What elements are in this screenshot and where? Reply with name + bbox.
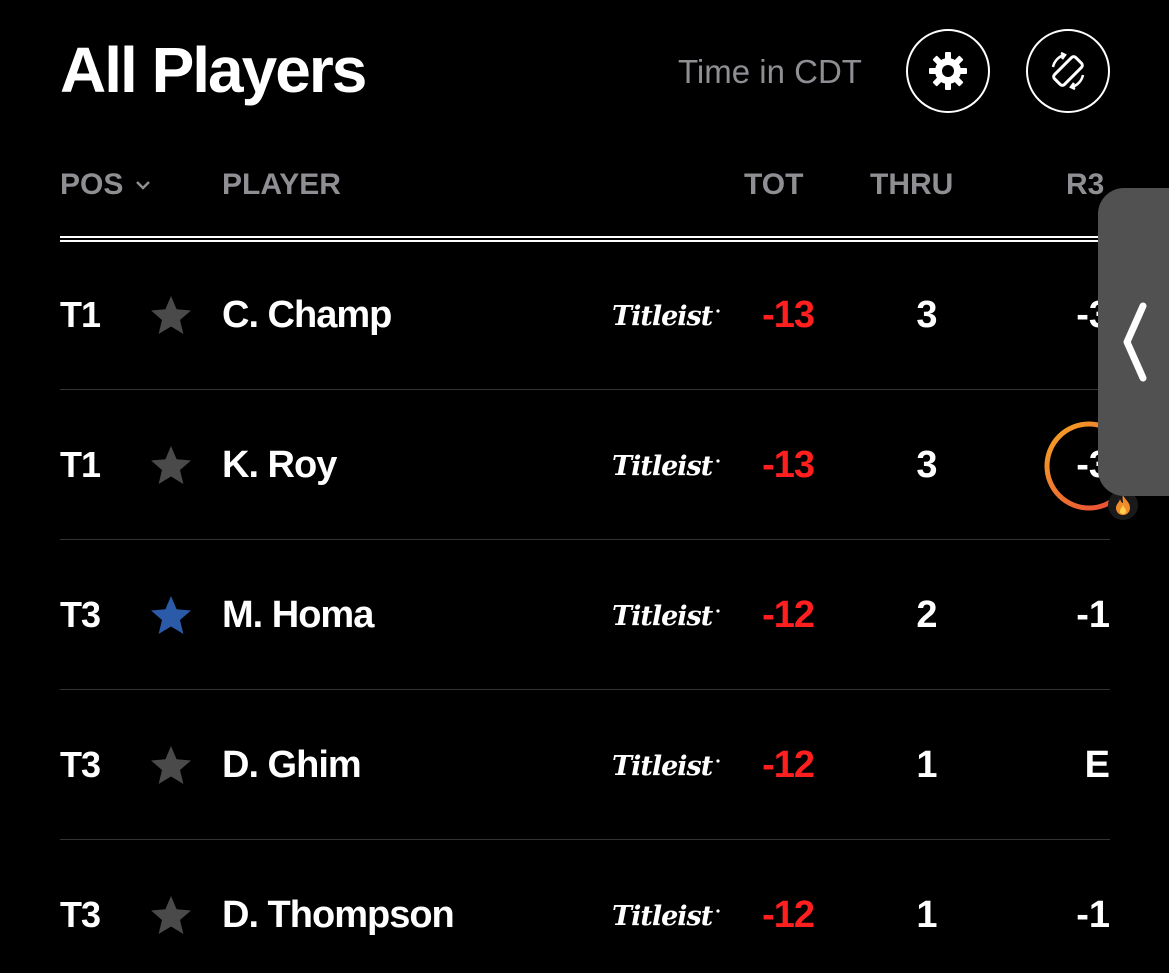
table-row[interactable]: T3 D. Thompson Titleist -12 1 -1 bbox=[0, 840, 1169, 973]
svg-text:Titleist: Titleist bbox=[612, 751, 714, 782]
thru-holes: 2 bbox=[916, 594, 938, 636]
player-name[interactable]: M. Homa bbox=[222, 595, 374, 635]
thru-holes: 3 bbox=[916, 444, 938, 486]
favorite-star-icon[interactable] bbox=[149, 443, 193, 487]
column-header-player: PLAYER bbox=[222, 168, 341, 201]
column-header-pos[interactable]: POS bbox=[60, 166, 151, 204]
chevron-down-icon bbox=[136, 181, 151, 190]
favorite-star-icon[interactable] bbox=[149, 593, 193, 637]
chevron-left-icon bbox=[1123, 302, 1147, 382]
sponsor-logo: Titleist bbox=[610, 598, 722, 634]
leaderboard-screen: All Players Time in CDT POS PLAYER TOT T… bbox=[0, 0, 1169, 973]
column-header-r3: R3 bbox=[1066, 168, 1105, 201]
total-score: -12 bbox=[762, 594, 815, 636]
table-row[interactable]: T1 K. Roy Titleist -13 3 -3 bbox=[0, 390, 1169, 540]
thru-holes: 3 bbox=[916, 294, 938, 336]
table-row[interactable]: T1 C. Champ Titleist -13 3 -3 bbox=[0, 240, 1169, 390]
table-row[interactable]: T3 D. Ghim Titleist -12 1 E bbox=[0, 690, 1169, 840]
column-header-thru: THRU bbox=[870, 168, 954, 201]
total-score: -12 bbox=[762, 744, 815, 786]
svg-text:Titleist: Titleist bbox=[612, 901, 714, 932]
settings-button[interactable] bbox=[906, 29, 990, 113]
position-cell: T3 bbox=[60, 594, 101, 635]
sponsor-logo: Titleist bbox=[610, 448, 722, 484]
column-header-tot: TOT bbox=[744, 168, 804, 201]
sponsor-logo: Titleist bbox=[610, 748, 722, 784]
player-name[interactable]: C. Champ bbox=[222, 295, 392, 335]
player-name[interactable]: K. Roy bbox=[222, 445, 337, 485]
position-cell: T1 bbox=[60, 294, 101, 335]
total-score: -12 bbox=[762, 894, 815, 936]
position-cell: T3 bbox=[60, 744, 101, 785]
pos-header-label: POS bbox=[60, 168, 124, 201]
favorite-star-icon[interactable] bbox=[149, 293, 193, 337]
round3-score: -1 bbox=[1076, 894, 1110, 936]
rotate-button[interactable] bbox=[1026, 29, 1110, 113]
table-row[interactable]: T3 M. Homa Titleist -12 2 -1 bbox=[0, 540, 1169, 690]
player-name[interactable]: D. Ghim bbox=[222, 745, 362, 785]
side-panel-toggle[interactable] bbox=[1098, 188, 1169, 496]
round3-score: -1 bbox=[1076, 594, 1110, 636]
total-score: -13 bbox=[762, 444, 815, 486]
sponsor-logo: Titleist bbox=[610, 298, 722, 334]
svg-text:Titleist: Titleist bbox=[612, 601, 714, 632]
player-name[interactable]: D. Thompson bbox=[222, 895, 455, 935]
favorite-star-icon[interactable] bbox=[149, 893, 193, 937]
position-cell: T1 bbox=[60, 444, 101, 485]
timezone-label: Time in CDT bbox=[678, 53, 862, 90]
svg-text:Titleist: Titleist bbox=[612, 451, 714, 482]
thru-holes: 1 bbox=[916, 744, 938, 786]
total-score: -13 bbox=[762, 294, 815, 336]
favorite-star-icon[interactable] bbox=[149, 743, 193, 787]
svg-text:Titleist: Titleist bbox=[612, 301, 714, 332]
position-cell: T3 bbox=[60, 894, 101, 935]
rotate-device-icon bbox=[1051, 51, 1085, 91]
page-title: All Players bbox=[60, 34, 367, 106]
gear-icon bbox=[929, 52, 967, 90]
round3-score: E bbox=[1084, 744, 1110, 786]
sponsor-logo: Titleist bbox=[610, 898, 722, 934]
thru-holes: 1 bbox=[916, 894, 938, 936]
